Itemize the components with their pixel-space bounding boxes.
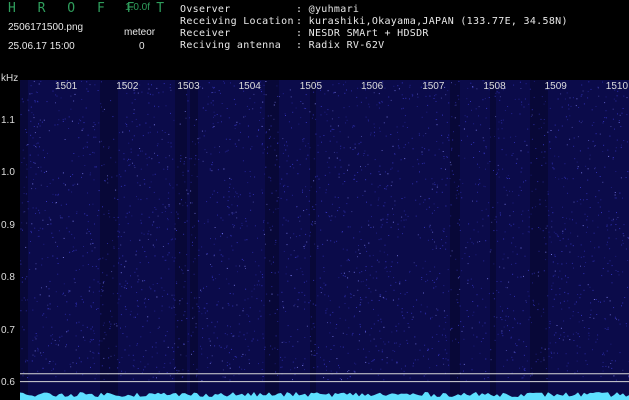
x-tick-label: 1503: [177, 81, 200, 92]
meteor-count: 0: [139, 41, 145, 52]
x-tick-label: 1507: [422, 81, 445, 92]
x-tick-label: 1510: [605, 81, 629, 92]
x-tick-label: 1505: [299, 81, 323, 92]
x-tick-label: 1502: [116, 81, 139, 92]
x-tick-label: 1506: [361, 81, 384, 92]
info-label-location: Receiving Location: [180, 16, 294, 27]
meteor-label: meteor: [124, 27, 156, 38]
time-gap-stripe: [175, 80, 187, 400]
time-gap-stripe: [100, 80, 118, 400]
x-tick-label: 1509: [544, 81, 567, 92]
x-tick-label: 1504: [238, 81, 261, 92]
y-tick-label: 1.1: [1, 114, 15, 126]
y-tick-label: 0.7: [1, 324, 15, 336]
time-gap-stripe: [190, 80, 198, 400]
version-label: 1.0.0f: [125, 2, 151, 13]
time-gap-stripe: [310, 80, 316, 400]
info-label-observer: Ovserver: [180, 4, 231, 15]
info-label-antenna: Reciving antenna: [180, 40, 282, 51]
time-gap-stripe: [265, 80, 279, 400]
info-value-antenna: : Radix RV-62V: [296, 40, 385, 51]
filename-label: 2506171500.png: [8, 22, 84, 33]
datetime-label: 25.06.17 15:00: [8, 41, 75, 52]
info-value-location: : kurashiki,Okayama,JAPAN (133.77E, 34.5…: [296, 16, 568, 27]
info-value-receiver: : NESDR SMArt + HDSDR: [296, 28, 429, 39]
x-tick-label: 1501: [55, 81, 78, 92]
time-gap-stripe: [490, 80, 496, 400]
info-value-observer: : @yuhmari: [296, 4, 360, 15]
x-tick-label: 1508: [483, 81, 506, 92]
time-gap-stripe: [530, 80, 548, 400]
y-tick-label: 0.6: [1, 377, 15, 389]
y-axis: 1.1 1.0 0.9 0.8 0.7 0.6: [0, 70, 20, 400]
info-label-receiver: Receiver: [180, 28, 231, 39]
time-gap-stripe: [20, 80, 28, 400]
y-tick-label: 0.9: [1, 219, 15, 231]
time-gap-stripe: [450, 80, 460, 400]
spectrogram: [20, 80, 629, 400]
spectrogram-svg: [20, 80, 629, 400]
y-tick-label: 0.8: [1, 272, 15, 284]
y-tick-label: 1.0: [1, 167, 15, 179]
